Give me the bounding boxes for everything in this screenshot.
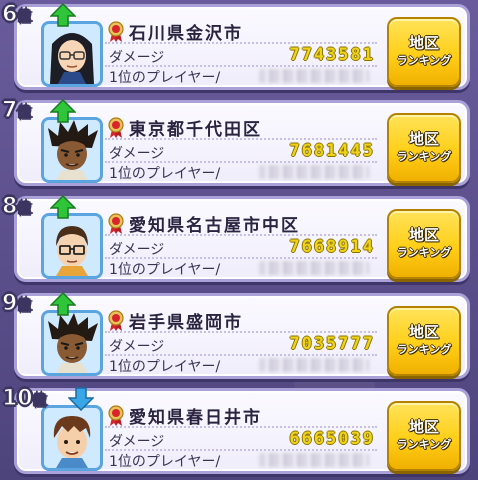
avatar <box>41 213 103 279</box>
region-name: 愛知県名古屋市中区 <box>129 216 300 236</box>
top-player-name-blurred <box>259 261 369 275</box>
top-player-label: 1位のプレイヤー/ <box>109 262 221 278</box>
region-ranking-button-label-1: 地区 <box>408 323 439 341</box>
rank-suffix: 位 <box>17 104 32 121</box>
region-ranking-button[interactable]: 地区 ランキング <box>387 306 461 376</box>
region-ranking-button-label-2: ランキング <box>396 150 452 163</box>
avatar <box>41 21 103 87</box>
top-player-name-blurred <box>259 165 369 179</box>
top-player-label: 1位のプレイヤー/ <box>109 70 221 86</box>
avatar-brown-hair-boy-icon <box>44 408 100 468</box>
damage-value: 7743581 <box>289 45 375 65</box>
rank-up-arrow-icon <box>50 3 76 27</box>
region-name: 石川県金沢市 <box>129 24 243 44</box>
rank-label: 10位 <box>1 385 47 412</box>
avatar-spiky-hair-icon <box>44 120 100 180</box>
ranking-row: 愛知県春日井市 ダメージ 6665039 1位のプレイヤー/ 地区 ランキング … <box>0 384 478 476</box>
top-player-label: 1位のプレイヤー/ <box>109 166 221 182</box>
avatar <box>41 405 103 471</box>
rank-number: 9 <box>1 290 18 316</box>
rank-label: 9位 <box>1 290 32 317</box>
top-player-name-blurred <box>259 69 369 83</box>
region-name: 愛知県春日井市 <box>129 408 262 428</box>
region-ranking-button-label-1: 地区 <box>408 130 439 148</box>
medal-icon <box>108 21 124 42</box>
rank-up-arrow-icon <box>50 99 76 123</box>
ranking-card: 東京都千代田区 ダメージ 7681445 1位のプレイヤー/ 地区 ランキング <box>14 100 470 186</box>
medal-icon <box>108 213 124 234</box>
ranking-card: 岩手県盛岡市 ダメージ 7035777 1位のプレイヤー/ 地区 ランキング <box>14 293 470 379</box>
rank-suffix: 位 <box>17 200 32 217</box>
region-ranking-button-label-2: ランキング <box>396 343 452 356</box>
region-name: 東京都千代田区 <box>129 120 262 140</box>
damage-label: ダメージ <box>109 242 165 258</box>
damage-label: ダメージ <box>109 339 165 355</box>
damage-label: ダメージ <box>109 434 165 450</box>
rank-label: 7位 <box>1 97 32 124</box>
rank-down-arrow-icon <box>68 387 94 411</box>
rank-number: 6 <box>1 1 18 27</box>
ranking-card: 石川県金沢市 ダメージ 7743581 1位のプレイヤー/ 地区 ランキング <box>14 4 470 90</box>
damage-value: 7035777 <box>289 334 375 354</box>
rank-up-arrow-icon <box>50 292 76 316</box>
medal-icon <box>108 117 124 138</box>
damage-label: ダメージ <box>109 146 165 162</box>
rank-label: 6位 <box>1 1 32 28</box>
top-player-label: 1位のプレイヤー/ <box>109 454 221 470</box>
avatar <box>41 310 103 376</box>
rank-number: 10 <box>1 385 33 411</box>
region-ranking-button[interactable]: 地区 ランキング <box>387 401 461 471</box>
avatar-glasses-boy-icon <box>44 216 100 276</box>
avatar <box>41 117 103 183</box>
avatar-spiky-hair-icon <box>44 313 100 373</box>
medal-icon <box>108 405 124 426</box>
damage-label: ダメージ <box>109 50 165 66</box>
ranking-row: 石川県金沢市 ダメージ 7743581 1位のプレイヤー/ 地区 ランキング 6… <box>0 0 478 92</box>
region-ranking-button-label-1: 地区 <box>408 418 439 436</box>
top-player-name-blurred <box>259 358 369 372</box>
top-player-name-blurred <box>259 453 369 467</box>
rank-number: 8 <box>1 193 18 219</box>
damage-value: 6665039 <box>289 429 375 449</box>
medal-icon <box>108 310 124 331</box>
ranking-row: 東京都千代田区 ダメージ 7681445 1位のプレイヤー/ 地区 ランキング … <box>0 96 478 188</box>
ranking-card: 愛知県名古屋市中区 ダメージ 7668914 1位のプレイヤー/ 地区 ランキン… <box>14 196 470 282</box>
ranking-row: 岩手県盛岡市 ダメージ 7035777 1位のプレイヤー/ 地区 ランキング 9… <box>0 289 478 381</box>
region-ranking-button[interactable]: 地区 ランキング <box>387 17 461 87</box>
region-name: 岩手県盛岡市 <box>129 313 243 333</box>
region-ranking-button-label-2: ランキング <box>396 246 452 259</box>
rank-label: 8位 <box>1 193 32 220</box>
rank-suffix: 位 <box>32 392 47 409</box>
region-ranking-button-label-2: ランキング <box>396 438 452 451</box>
damage-value: 7681445 <box>289 141 375 161</box>
ranking-row: 愛知県名古屋市中区 ダメージ 7668914 1位のプレイヤー/ 地区 ランキン… <box>0 192 478 284</box>
rank-suffix: 位 <box>17 297 32 314</box>
rank-up-arrow-icon <box>50 195 76 219</box>
region-ranking-button-label-1: 地区 <box>408 34 439 52</box>
top-player-label: 1位のプレイヤー/ <box>109 359 221 375</box>
avatar-girl-glasses-icon <box>44 24 100 84</box>
region-ranking-button-label-2: ランキング <box>396 54 452 67</box>
region-ranking-button[interactable]: 地区 ランキング <box>387 209 461 279</box>
region-ranking-button-label-1: 地区 <box>408 226 439 244</box>
region-ranking-button[interactable]: 地区 ランキング <box>387 113 461 183</box>
rank-suffix: 位 <box>17 8 32 25</box>
rank-number: 7 <box>1 97 18 123</box>
damage-value: 7668914 <box>289 237 375 257</box>
